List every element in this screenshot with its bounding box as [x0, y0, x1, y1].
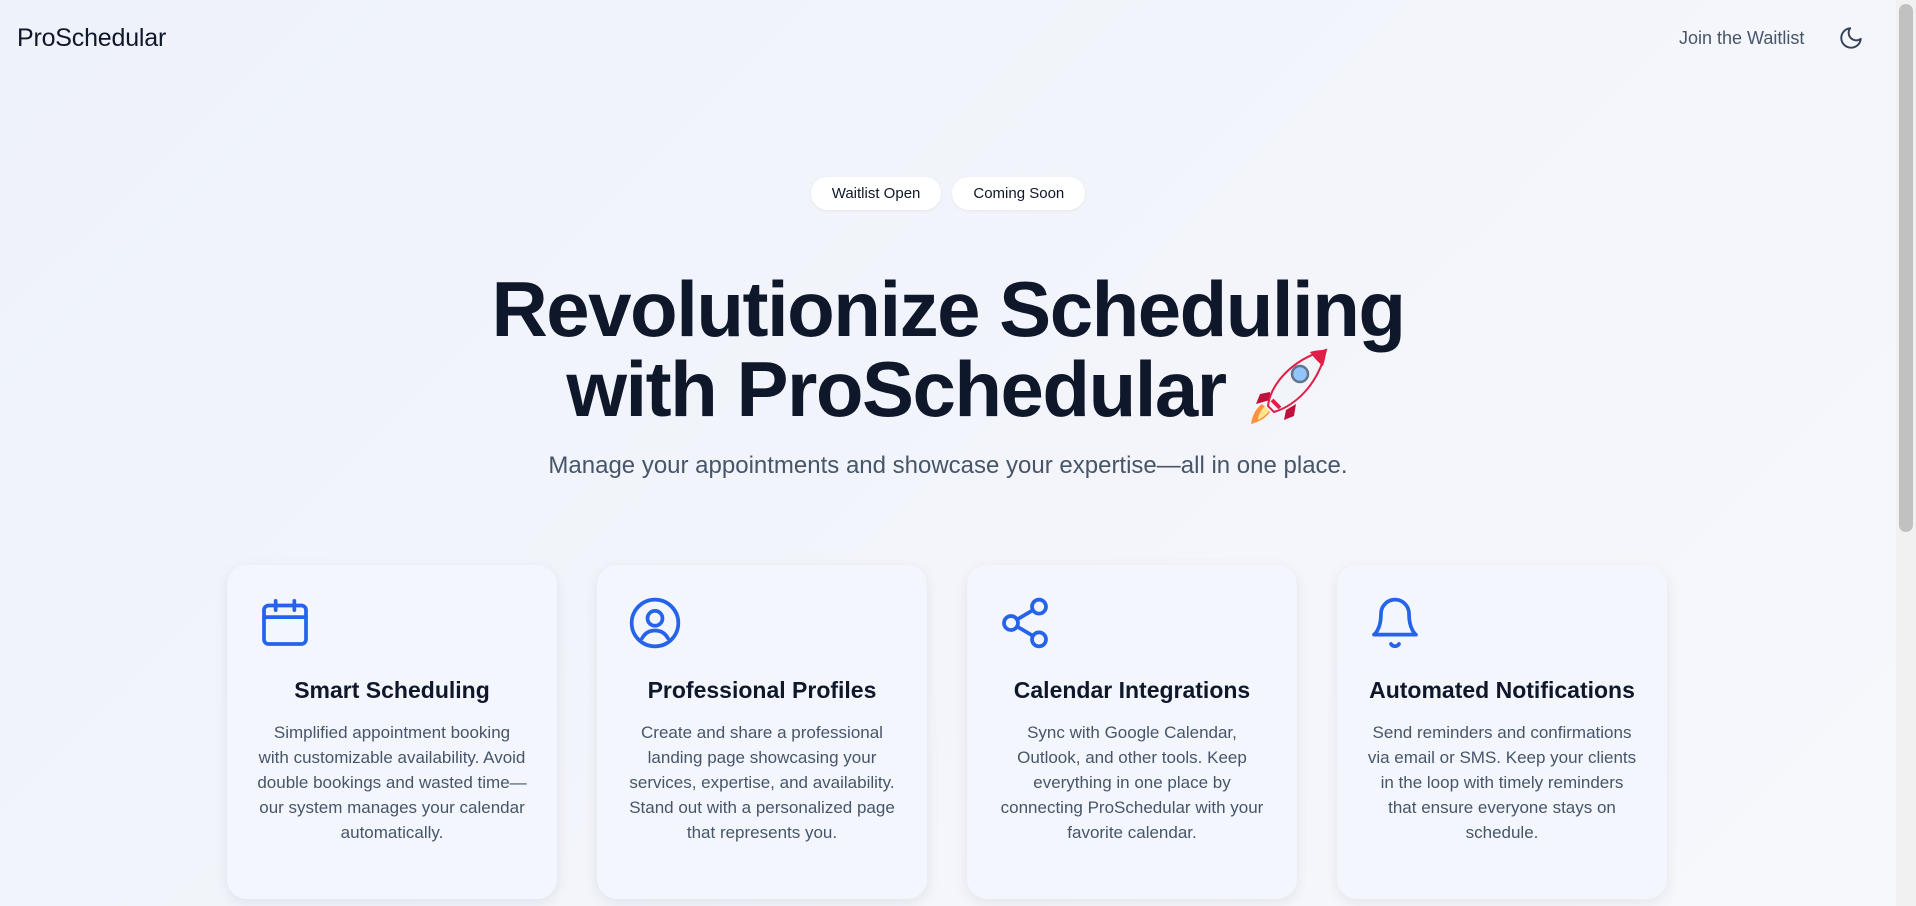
feature-description: Sync with Google Calendar, Outlook, and …: [1000, 723, 1264, 842]
feature-title: Calendar Integrations: [1013, 677, 1251, 703]
feature-description: Create and share a professional landing …: [629, 723, 895, 842]
hero-title-line1: Revolutionize Scheduling: [491, 265, 1406, 353]
moon-icon: [1840, 27, 1862, 49]
hero-title-line2: with ProSchedular: [566, 345, 1227, 433]
feature-description: Send reminders and confirmations via ema…: [1367, 723, 1637, 842]
hero-title: Revolutionize Scheduling with ProSchedul…: [0, 270, 1896, 428]
feature-description: Simplified appointment booking with cust…: [257, 723, 527, 842]
page-scrollbar[interactable]: [1896, 0, 1916, 906]
status-badges: Waitlist Open Coming Soon: [0, 177, 1896, 210]
feature-title: Professional Profiles: [647, 677, 877, 703]
navbar: ProSchedular Join the Waitlist: [0, 0, 1896, 80]
feature-card-professional-profiles: Professional Profiles Create and share a…: [597, 565, 927, 899]
brand-logo[interactable]: ProSchedular: [17, 24, 166, 53]
features-section: Smart Scheduling Simplified appointment …: [227, 565, 1667, 901]
user-circle-icon: [629, 597, 681, 649]
feature-card-smart-scheduling: Smart Scheduling Simplified appointment …: [227, 565, 557, 899]
coming-soon-badge: Coming Soon: [952, 177, 1086, 210]
share-icon: [1002, 597, 1048, 649]
calendar-icon: [262, 598, 308, 646]
feature-title: Automated Notifications: [1369, 677, 1635, 703]
hero-subtitle: Manage your appointments and showcase yo…: [548, 452, 1348, 479]
feature-title: Smart Scheduling: [294, 677, 490, 703]
bell-icon: [1372, 597, 1418, 649]
theme-toggle-button[interactable]: [1838, 25, 1864, 51]
waitlist-open-badge: Waitlist Open: [810, 177, 942, 210]
feature-card-calendar-integrations: Calendar Integrations Sync with Google C…: [967, 565, 1297, 899]
scrollbar-thumb[interactable]: [1899, 4, 1913, 532]
feature-card-automated-notifications: Automated Notifications Send reminders a…: [1337, 565, 1667, 899]
rocket-icon: [1248, 348, 1330, 426]
join-waitlist-link[interactable]: Join the Waitlist: [1679, 28, 1804, 49]
